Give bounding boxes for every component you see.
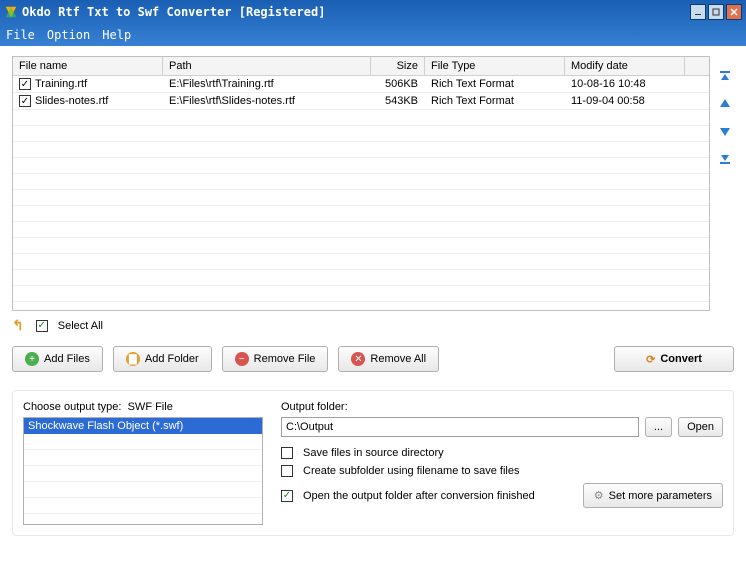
gear-icon: ⚙ bbox=[594, 489, 604, 502]
minimize-button[interactable] bbox=[690, 4, 706, 20]
convert-button[interactable]: ⟳Convert bbox=[614, 346, 734, 372]
open-after-label: Open the output folder after conversion … bbox=[303, 490, 535, 502]
move-up-icon[interactable] bbox=[718, 97, 732, 114]
col-header-type[interactable]: File Type bbox=[425, 57, 565, 75]
grid-header: File name Path Size File Type Modify dat… bbox=[13, 57, 709, 76]
file-grid: File name Path Size File Type Modify dat… bbox=[12, 56, 710, 311]
output-folder-input[interactable] bbox=[281, 417, 639, 437]
folder-icon: ▇ bbox=[126, 352, 140, 366]
save-in-source-checkbox[interactable] bbox=[281, 447, 293, 459]
convert-icon: ⟳ bbox=[646, 353, 655, 366]
title-bar: Okdo Rtf Txt to Swf Converter [Registere… bbox=[0, 0, 746, 24]
move-bottom-icon[interactable] bbox=[718, 151, 732, 168]
save-in-source-label: Save files in source directory bbox=[303, 447, 444, 459]
output-type-panel: Choose output type: SWF File Shockwave F… bbox=[23, 401, 263, 525]
minus-icon: − bbox=[235, 352, 249, 366]
select-all-row: ↰ ✓ Select All bbox=[12, 317, 734, 334]
table-row[interactable]: ✓Slides-notes.rtfE:\Files\rtf\Slides-not… bbox=[13, 93, 709, 110]
col-header-date[interactable]: Modify date bbox=[565, 57, 685, 75]
browse-button[interactable]: ... bbox=[645, 417, 672, 437]
col-header-path[interactable]: Path bbox=[163, 57, 371, 75]
lower-panel: Choose output type: SWF File Shockwave F… bbox=[12, 390, 734, 536]
move-top-icon[interactable] bbox=[718, 70, 732, 87]
menu-bar: File Option Help bbox=[0, 24, 746, 46]
close-button[interactable] bbox=[726, 4, 742, 20]
app-icon bbox=[4, 5, 18, 19]
row-checkbox[interactable]: ✓ bbox=[19, 78, 31, 90]
table-row[interactable]: ✓Training.rtfE:\Files\rtf\Training.rtf50… bbox=[13, 76, 709, 93]
grid-body: ✓Training.rtfE:\Files\rtf\Training.rtf50… bbox=[13, 76, 709, 310]
x-icon: ✕ bbox=[351, 352, 365, 366]
main-content: File name Path Size File Type Modify dat… bbox=[0, 46, 746, 566]
output-folder-label: Output folder: bbox=[281, 401, 723, 413]
open-folder-button[interactable]: Open bbox=[678, 417, 723, 437]
select-all-label: Select All bbox=[58, 320, 103, 332]
menu-file[interactable]: File bbox=[6, 28, 35, 42]
menu-help[interactable]: Help bbox=[102, 28, 131, 42]
reorder-arrows bbox=[716, 56, 734, 311]
select-all-checkbox[interactable]: ✓ bbox=[36, 320, 48, 332]
create-subfolder-label: Create subfolder using filename to save … bbox=[303, 465, 519, 477]
add-folder-button[interactable]: ▇Add Folder bbox=[113, 346, 212, 372]
move-down-icon[interactable] bbox=[718, 124, 732, 141]
output-type-listbox[interactable]: Shockwave Flash Object (*.swf) bbox=[23, 417, 263, 525]
add-files-button[interactable]: +Add Files bbox=[12, 346, 103, 372]
parent-folder-icon[interactable]: ↰ bbox=[12, 317, 24, 334]
toolbar-row: +Add Files ▇Add Folder −Remove File ✕Rem… bbox=[12, 346, 734, 372]
remove-all-button[interactable]: ✕Remove All bbox=[338, 346, 439, 372]
col-header-size[interactable]: Size bbox=[371, 57, 425, 75]
create-subfolder-checkbox[interactable] bbox=[281, 465, 293, 477]
maximize-button[interactable] bbox=[708, 4, 724, 20]
plus-icon: + bbox=[25, 352, 39, 366]
row-checkbox[interactable]: ✓ bbox=[19, 95, 31, 107]
menu-option[interactable]: Option bbox=[47, 28, 90, 42]
set-more-parameters-button[interactable]: ⚙Set more parameters bbox=[583, 483, 723, 508]
remove-file-button[interactable]: −Remove File bbox=[222, 346, 329, 372]
output-type-label: Choose output type: SWF File bbox=[23, 401, 263, 413]
window-title: Okdo Rtf Txt to Swf Converter [Registere… bbox=[22, 5, 688, 19]
output-folder-panel: Output folder: ... Open Save files in so… bbox=[281, 401, 723, 525]
list-item[interactable]: Shockwave Flash Object (*.swf) bbox=[24, 418, 262, 434]
open-after-checkbox[interactable]: ✓ bbox=[281, 490, 293, 502]
col-header-name[interactable]: File name bbox=[13, 57, 163, 75]
